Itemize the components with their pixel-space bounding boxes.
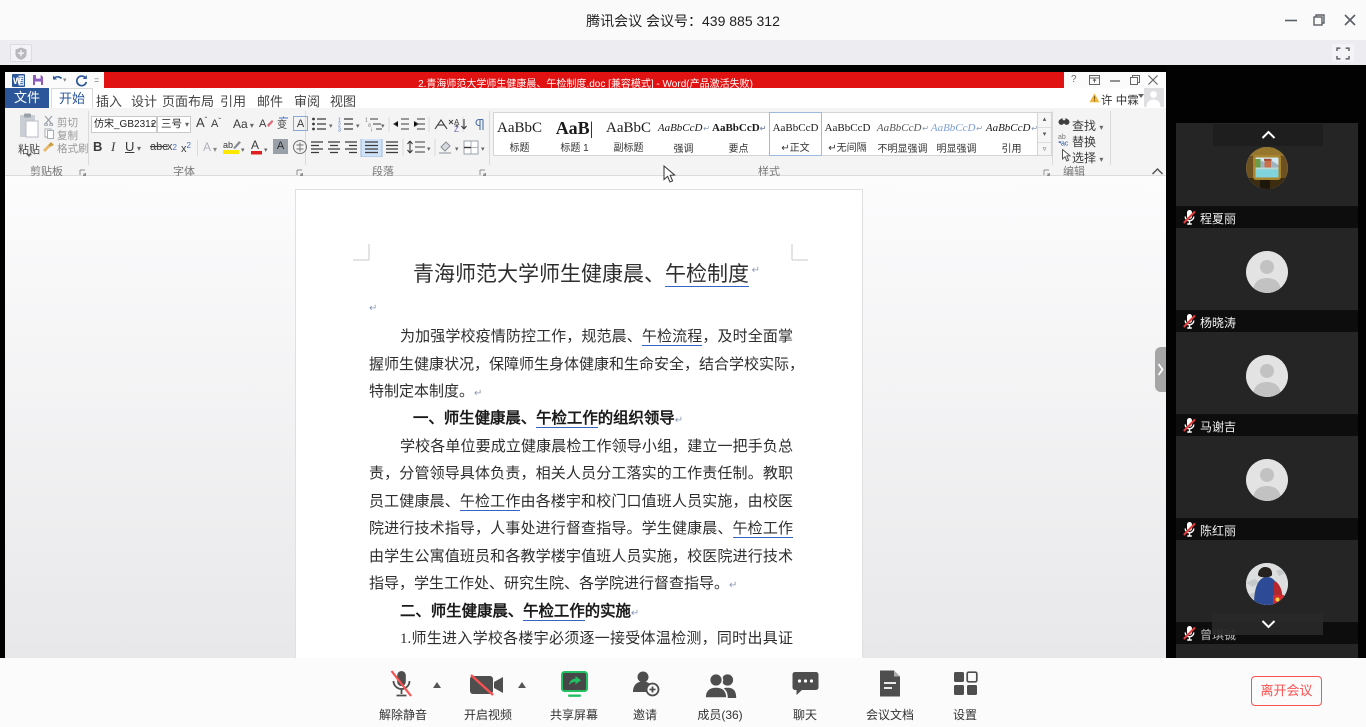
svg-text:▾: ▾ [455,146,459,153]
svg-text:▾: ▾ [427,146,431,153]
svg-text:▾: ▾ [356,123,360,130]
svg-text:ab: ab [223,140,233,150]
svg-text:3: 3 [338,128,341,133]
svg-text:A: A [251,138,259,152]
svg-text:▾: ▾ [63,77,67,84]
svg-text:A: A [259,118,267,130]
svg-text:▾: ▾ [264,147,268,154]
svg-text:变: 变 [277,118,287,131]
svg-text:ac: ac [1061,141,1069,147]
svg-text:▾: ▾ [381,123,385,130]
svg-text:i: i [371,128,372,133]
svg-text:Z: Z [454,125,459,132]
svg-text:W: W [13,76,22,86]
svg-text:▾: ▾ [329,123,333,130]
svg-text:▾: ▾ [481,146,485,153]
svg-text:▾: ▾ [241,147,245,154]
